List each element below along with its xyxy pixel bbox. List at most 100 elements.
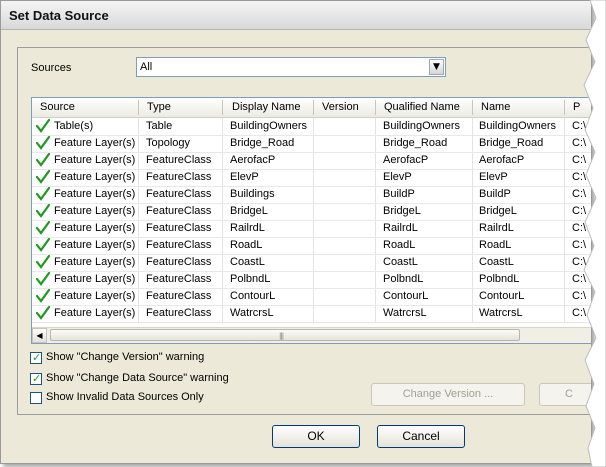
- column-divider[interactable]: [222, 100, 223, 115]
- dialog-title: Set Data Source: [9, 8, 109, 23]
- table-cell-qualified: ElevP: [383, 171, 412, 183]
- table-cell-type: FeatureClass: [146, 307, 212, 319]
- table-row[interactable]: Feature Layer(s) FeatureClass BridgeL Bridg…: [32, 203, 591, 221]
- table-cell-name: RoadL: [479, 239, 512, 251]
- table-cell-display: CoastL: [230, 256, 265, 268]
- table-cell-name: CoastL: [479, 256, 514, 268]
- table-row[interactable]: Feature Layer(s) FeatureClass Buildings Bui…: [32, 186, 591, 204]
- column-display-name[interactable]: Display Name: [232, 101, 300, 113]
- table-cell-type: FeatureClass: [146, 188, 212, 200]
- table-cell-name: ContourL: [479, 290, 525, 302]
- change-version-warning-checkbox[interactable]: ✓: [30, 351, 42, 364]
- cancel-button[interactable]: Cancel: [377, 425, 465, 448]
- torn-edge: [583, 0, 606, 467]
- table-cell-type: FeatureClass: [146, 171, 212, 183]
- table-cell-name: PolbndL: [479, 273, 520, 285]
- table-cell-qualified: PolbndL: [383, 273, 424, 285]
- table-cell-name: BuildingOwners: [479, 120, 557, 132]
- table-cell-source: Feature Layer(s): [54, 205, 136, 217]
- scrollbar-thumb[interactable]: |||: [50, 329, 520, 341]
- table-cell-display: BridgeL: [230, 205, 268, 217]
- green-check-icon: [36, 221, 50, 235]
- table-cell-qualified: WatrcrsL: [383, 307, 427, 319]
- table-cell-name: Bridge_Road: [479, 137, 544, 149]
- table-cell-source: Feature Layer(s): [54, 239, 136, 251]
- column-type[interactable]: Type: [147, 101, 171, 113]
- table-cell-source: Feature Layer(s): [54, 154, 136, 166]
- change-version-button[interactable]: Change Version ...: [371, 383, 525, 406]
- table-cell-name: WatrcrsL: [479, 307, 523, 319]
- table-cell-source: Feature Layer(s): [54, 188, 136, 200]
- horizontal-scrollbar[interactable]: ◀ |||: [32, 327, 591, 343]
- change-source-warning-checkbox[interactable]: ✓: [30, 372, 42, 385]
- table-cell-display: ElevP: [230, 171, 259, 183]
- table-cell-source: Feature Layer(s): [54, 171, 136, 183]
- sources-label: Sources: [31, 62, 72, 74]
- column-divider[interactable]: [472, 100, 473, 115]
- table-cell-source: Feature Layer(s): [54, 307, 136, 319]
- invalid-only-checkbox[interactable]: [30, 392, 42, 404]
- chevron-down-icon[interactable]: ▼: [429, 59, 444, 75]
- table-cell-type: Table: [146, 120, 173, 132]
- green-check-icon: [36, 170, 50, 184]
- green-check-icon: [36, 306, 50, 320]
- column-qualified-name[interactable]: Qualified Name: [384, 101, 460, 113]
- column-divider[interactable]: [313, 100, 314, 115]
- table-cell-display: Buildings: [230, 188, 275, 200]
- table-cell-name: AerofacP: [479, 154, 525, 166]
- change-version-warning-label[interactable]: Show "Change Version" warning: [46, 351, 204, 363]
- table-cell-qualified: CoastL: [383, 256, 418, 268]
- table-cell-display: BuildingOwners: [230, 120, 308, 132]
- data-source-table[interactable]: Source Type Display Name Version Qualifi…: [31, 97, 591, 344]
- table-cell-display: WatrcrsL: [230, 307, 274, 319]
- table-cell-source: Table(s): [54, 120, 94, 132]
- invalid-only-label[interactable]: Show Invalid Data Sources Only: [46, 391, 204, 403]
- table-cell-type: FeatureClass: [146, 222, 212, 234]
- table-cell-type: FeatureClass: [146, 290, 212, 302]
- table-row[interactable]: Feature Layer(s) FeatureClass RoadL RoadL Ro…: [32, 237, 591, 255]
- column-divider[interactable]: [138, 100, 139, 115]
- set-data-source-dialog: Set Data Source Sources All ▼ Source Typ…: [0, 0, 592, 464]
- ok-button[interactable]: OK: [272, 425, 360, 448]
- table-cell-type: FeatureClass: [146, 256, 212, 268]
- table-cell-qualified: BuildingOwners: [383, 120, 461, 132]
- column-name[interactable]: Name: [481, 101, 510, 113]
- table-cell-name: RailrdL: [479, 222, 514, 234]
- green-check-icon: [36, 238, 50, 252]
- green-check-icon: [36, 153, 50, 167]
- table-cell-name: ElevP: [479, 171, 508, 183]
- table-cell-display: AerofacP: [230, 154, 276, 166]
- table-row[interactable]: Feature Layer(s) Topology Bridge_Road Bridg…: [32, 135, 591, 153]
- table-cell-qualified: ContourL: [383, 290, 429, 302]
- table-cell-source: Feature Layer(s): [54, 137, 136, 149]
- sources-dropdown[interactable]: All ▼: [136, 57, 446, 77]
- column-version[interactable]: Version: [322, 101, 359, 113]
- column-source[interactable]: Source: [40, 101, 75, 113]
- table-row[interactable]: Feature Layer(s) FeatureClass RailrdL Railr…: [32, 220, 591, 238]
- table-cell-type: FeatureClass: [146, 239, 212, 251]
- table-cell-type: Topology: [146, 137, 191, 149]
- table-cell-qualified: RailrdL: [383, 222, 418, 234]
- scroll-left-arrow-icon[interactable]: ◀: [32, 328, 47, 343]
- change-source-warning-label[interactable]: Show "Change Data Source" warning: [46, 372, 229, 384]
- table-cell-name: BridgeL: [479, 205, 517, 217]
- table-row[interactable]: Feature Layer(s) FeatureClass AerofacP Aero…: [32, 152, 591, 170]
- green-check-icon: [36, 204, 50, 218]
- column-divider[interactable]: [375, 100, 376, 115]
- table-cell-display: ContourL: [230, 290, 276, 302]
- table-row[interactable]: Feature Layer(s) FeatureClass ContourL Cont…: [32, 288, 591, 306]
- table-header: Source Type Display Name Version Qualifi…: [32, 98, 591, 118]
- table-row[interactable]: Feature Layer(s) FeatureClass PolbndL Polbn…: [32, 271, 591, 289]
- table-row[interactable]: Feature Layer(s) FeatureClass ElevP ElevP El…: [32, 169, 591, 187]
- table-cell-qualified: AerofacP: [383, 154, 429, 166]
- table-row[interactable]: Feature Layer(s) FeatureClass WatrcrsL Watr…: [32, 305, 591, 323]
- column-divider[interactable]: [564, 100, 565, 115]
- table-row[interactable]: Table(s) Table BuildingOwners BuildingOwner…: [32, 118, 591, 136]
- table-row[interactable]: Feature Layer(s) FeatureClass CoastL CoastL…: [32, 254, 591, 272]
- table-cell-type: FeatureClass: [146, 154, 212, 166]
- table-cell-type: FeatureClass: [146, 205, 212, 217]
- green-check-icon: [36, 255, 50, 269]
- title-bar: Set Data Source: [1, 1, 591, 30]
- table-cell-display: PolbndL: [230, 273, 271, 285]
- sources-selected-value: All: [140, 61, 153, 73]
